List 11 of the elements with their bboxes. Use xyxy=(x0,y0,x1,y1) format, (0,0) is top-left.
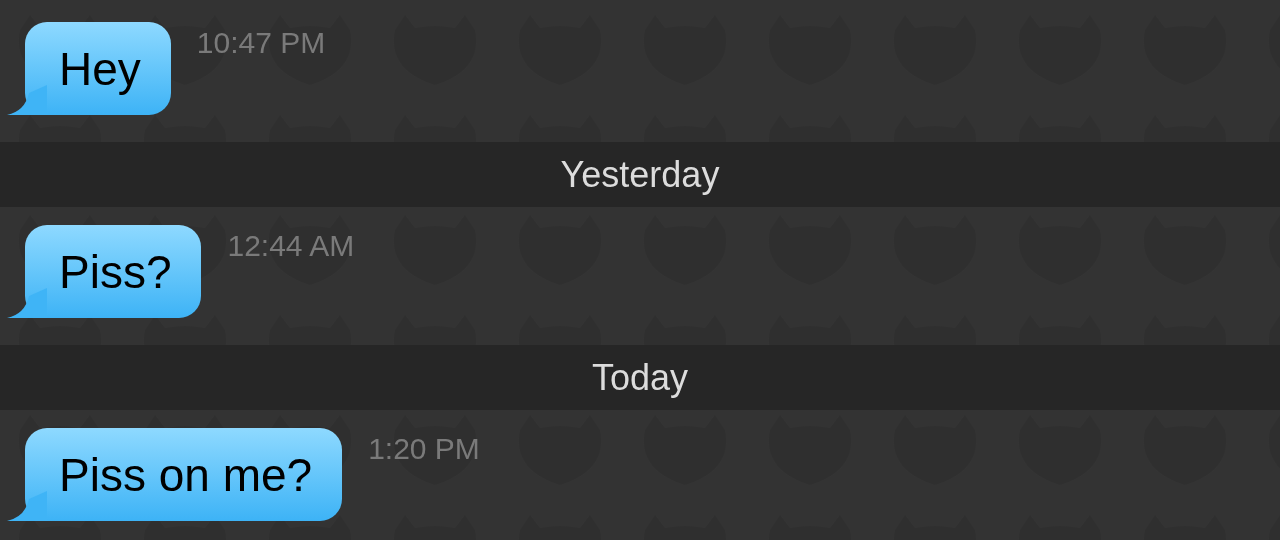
message-time: 12:44 AM xyxy=(227,229,355,263)
message-bubble: Hey xyxy=(25,22,171,115)
date-label: Today xyxy=(591,356,689,399)
message-time: 10:47 PM xyxy=(196,26,326,60)
date-label: Yesterday xyxy=(560,153,720,196)
message-time: 1:20 PM xyxy=(368,432,480,466)
bubble-tail xyxy=(7,85,47,115)
bubble-tail xyxy=(7,491,47,521)
message-bubble: Piss on me? xyxy=(25,428,343,521)
bubble-tail xyxy=(7,288,47,318)
message-bubble: Piss? xyxy=(25,225,202,318)
